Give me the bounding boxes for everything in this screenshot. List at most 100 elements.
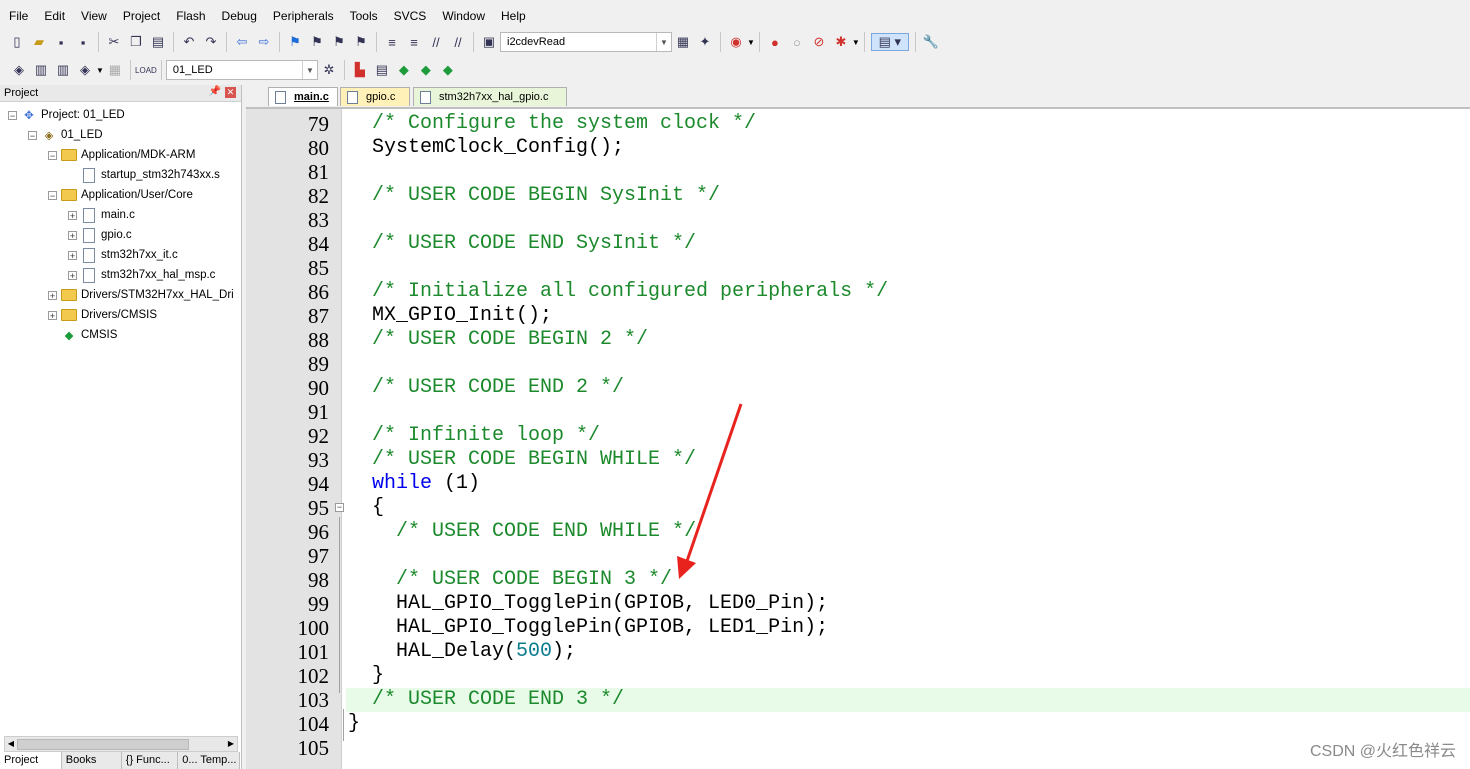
tree-item[interactable]: startup_stm32h743xx.s (68, 165, 220, 185)
code-line[interactable]: 87 MX_GPIO_Init(); (246, 304, 1470, 328)
collapse-icon[interactable]: − (48, 150, 57, 160)
bottom-tab-1[interactable]: Books (61, 752, 122, 769)
code-line[interactable]: 83 (246, 208, 1470, 232)
menu-file[interactable]: File (0, 6, 36, 26)
manage-components-icon[interactable]: ▙ (351, 61, 369, 79)
stop-build-icon[interactable]: ▦ (106, 61, 124, 79)
chevron-down-icon[interactable]: ▼ (852, 38, 860, 47)
kill-breakpoints-icon[interactable]: ✱ (832, 33, 850, 51)
menu-help[interactable]: Help (493, 6, 534, 26)
code-line[interactable]: 95 { (246, 496, 1470, 520)
find-combo[interactable]: i2cdevRead ▼ (500, 32, 672, 52)
navigate-forward-icon[interactable]: ⇨ (255, 33, 273, 51)
pin-icon[interactable]: 📌 (209, 86, 221, 97)
run-time-environment-icon[interactable]: ◆ (439, 61, 457, 79)
rebuild-icon[interactable]: ▥ (54, 61, 72, 79)
code-line[interactable]: 98 /* USER CODE BEGIN 3 */ (246, 568, 1470, 592)
prev-bookmark-icon[interactable]: ⚑ (308, 33, 326, 51)
chevron-down-icon[interactable]: ▼ (301, 61, 317, 79)
code-editor[interactable]: 79 /* Configure the system clock */ 80 Syst… (246, 109, 1470, 769)
undo-icon[interactable]: ↶ (180, 33, 198, 51)
chevron-down-icon[interactable]: ▼ (747, 38, 755, 47)
unindent-icon[interactable]: ≡ (405, 33, 423, 51)
menu-window[interactable]: Window (434, 6, 493, 26)
code-line[interactable]: 80 SystemClock_Config(); (246, 136, 1470, 160)
tab-gpio-c[interactable]: gpio.c (340, 87, 410, 106)
menu-project[interactable]: Project (115, 6, 168, 26)
disable-breakpoints-icon[interactable]: ⊘ (810, 33, 828, 51)
code-line[interactable]: 85 (246, 256, 1470, 280)
code-line[interactable]: 84 /* USER CODE END SysInit */ (246, 232, 1470, 256)
indent-icon[interactable]: ≡ (383, 33, 401, 51)
code-line[interactable]: 104} (246, 712, 1470, 736)
cut-icon[interactable]: ✂ (105, 33, 123, 51)
tree-item[interactable]: + Drivers/STM32H7xx_HAL_Dri (48, 285, 234, 305)
menu-svcs[interactable]: SVCS (386, 6, 435, 26)
code-line[interactable]: 101 HAL_Delay(500); (246, 640, 1470, 664)
collapse-icon[interactable]: − (8, 110, 17, 120)
expand-icon[interactable]: + (68, 210, 77, 220)
tree-item[interactable]: − Application/User/Core (48, 185, 193, 205)
code-line[interactable]: 99 HAL_GPIO_TogglePin(GPIOB, LED0_Pin); (246, 592, 1470, 616)
code-line[interactable]: 102} (246, 664, 1470, 688)
bottom-tab-0[interactable]: Project (0, 752, 62, 769)
expand-icon[interactable]: + (68, 230, 77, 240)
batch-build-icon[interactable]: ◈ (76, 61, 94, 79)
paste-icon[interactable]: ▤ (149, 33, 167, 51)
expand-icon[interactable]: + (48, 290, 57, 300)
code-line[interactable]: 96 /* USER CODE END WHILE */ (246, 520, 1470, 544)
tab-stm32h7xx-hal-gpio-c[interactable]: stm32h7xx_hal_gpio.c (413, 87, 567, 106)
comment-icon[interactable]: // (427, 33, 445, 51)
translate-icon[interactable]: ◈ (10, 61, 28, 79)
code-line[interactable]: 105 (246, 736, 1470, 760)
select-packs-icon[interactable]: ◆ (417, 61, 435, 79)
menu-peripherals[interactable]: Peripherals (265, 6, 342, 26)
code-line[interactable]: 79 /* Configure the system clock */ (246, 112, 1470, 136)
new-file-icon[interactable]: ▯ (8, 33, 26, 51)
tree-item[interactable]: − ✥ Project: 01_LED (8, 105, 125, 125)
insert-breakpoint-icon[interactable]: ● (766, 33, 784, 51)
find-in-files-icon[interactable]: ▣ (480, 33, 498, 51)
code-line[interactable]: 88 /* USER CODE BEGIN 2 */ (246, 328, 1470, 352)
tree-item[interactable]: + main.c (68, 205, 135, 225)
bookmark-icon[interactable]: ⚑ (286, 33, 304, 51)
tree-item[interactable]: + stm32h7xx_hal_msp.c (68, 265, 215, 285)
collapse-icon[interactable]: − (48, 190, 57, 200)
chevron-down-icon[interactable]: ▼ (96, 66, 104, 75)
code-line[interactable]: 81 (246, 160, 1470, 184)
redo-icon[interactable]: ↷ (202, 33, 220, 51)
clear-bookmarks-icon[interactable]: ⚑ (352, 33, 370, 51)
menu-view[interactable]: View (73, 6, 115, 26)
bottom-tab-2[interactable]: {} Func... (121, 752, 179, 769)
menu-edit[interactable]: Edit (36, 6, 73, 26)
build-icon[interactable]: ▥ (32, 61, 50, 79)
code-line[interactable]: 91 (246, 400, 1470, 424)
menu-tools[interactable]: Tools (342, 6, 386, 26)
find-icon[interactable]: ✦ (696, 33, 714, 51)
fold-collapse-icon[interactable]: − (335, 503, 344, 512)
tab-main-c[interactable]: main.c (268, 87, 338, 106)
debug-session-icon[interactable]: ◉ (727, 33, 745, 51)
expand-icon[interactable]: + (68, 270, 77, 280)
code-line[interactable]: 92 /* Infinite loop */ (246, 424, 1470, 448)
code-line[interactable]: 97 (246, 544, 1470, 568)
tree-item[interactable]: + gpio.c (68, 225, 132, 245)
menu-debug[interactable]: Debug (214, 6, 265, 26)
save-icon[interactable]: ▪ (52, 33, 70, 51)
scroll-left-icon[interactable]: ◀ (5, 737, 17, 751)
save-all-icon[interactable]: ▪ (74, 33, 92, 51)
download-icon[interactable]: LOAD (135, 61, 157, 79)
scrollbar-thumb[interactable] (17, 739, 189, 750)
enable-breakpoint-icon[interactable]: ○ (788, 33, 806, 51)
open-folder-icon[interactable]: ▰ (30, 33, 48, 51)
collapse-icon[interactable]: − (28, 130, 37, 140)
file-extensions-icon[interactable]: ▤ (373, 61, 391, 79)
code-line[interactable]: 82 /* USER CODE BEGIN SysInit */ (246, 184, 1470, 208)
expand-icon[interactable]: + (48, 310, 57, 320)
code-line[interactable]: 86 /* Initialize all configured periphera… (246, 280, 1470, 304)
tree-item[interactable]: ◆ CMSIS (48, 325, 118, 345)
code-line[interactable]: 90 /* USER CODE END 2 */ (246, 376, 1470, 400)
window-layout-icon[interactable]: ▤ ▾ (870, 33, 909, 51)
menu-flash[interactable]: Flash (168, 6, 213, 26)
copy-icon[interactable]: ❐ (127, 33, 145, 51)
